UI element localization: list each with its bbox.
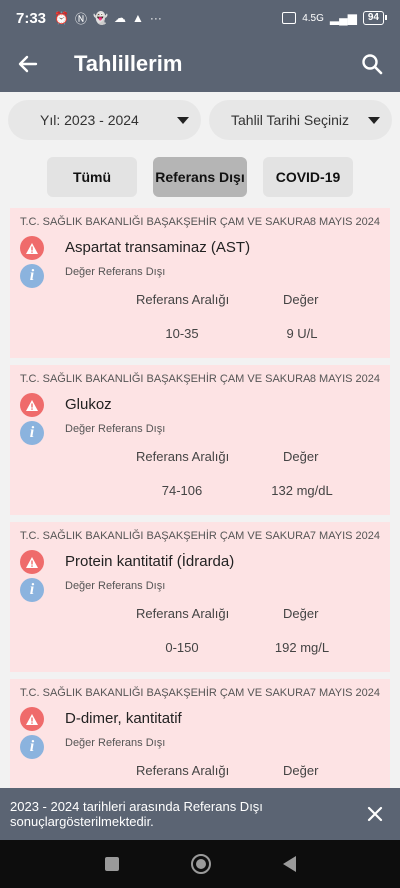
filter-row: Yıl: 2023 - 2024 Tahlil Tarihi Seçiniz (8, 100, 392, 140)
value-header: Değer (283, 763, 319, 778)
warning-small-icon: ▲ (131, 11, 144, 25)
home-icon (195, 859, 206, 869)
signal-icon: ▂▄▆ (329, 11, 357, 25)
recents-button[interactable] (104, 857, 119, 871)
more-icon: ··· (149, 11, 162, 25)
reference-header: Referans Aralığı (136, 606, 230, 621)
info-icon[interactable]: i (20, 421, 44, 445)
snapchat-icon: 👻 (93, 11, 108, 25)
result-value: 132 mg/dL (271, 483, 333, 498)
result-status: Değer Referans Dışı (65, 580, 166, 592)
snackbar-close-button[interactable] (360, 799, 390, 829)
network-label: 4.5G (302, 12, 324, 24)
value-header: Değer (283, 292, 319, 307)
battery-icon: 94 (362, 11, 388, 25)
reference-range: 10-35 (165, 326, 199, 341)
home-button[interactable] (190, 854, 211, 874)
result-value: 192 mg/L (274, 640, 330, 655)
back-button[interactable] (0, 36, 56, 92)
status-time: 7:33 (16, 9, 47, 27)
tab-out-of-range[interactable]: Referans Dışı (153, 157, 247, 197)
info-icon[interactable]: i (20, 578, 44, 602)
result-date: 7 MAYIS 2024 (309, 530, 380, 542)
warning-icon (20, 707, 44, 731)
search-icon (362, 54, 383, 75)
result-status: Değer Referans Dışı (65, 737, 166, 749)
date-dropdown[interactable]: Tahlil Tarihi Seçiniz (209, 100, 392, 140)
warning-icon (20, 393, 44, 417)
test-name: D-dimer, kantitatif (65, 710, 182, 727)
info-snackbar: 2023 - 2024 tarihleri arasında Referans … (0, 788, 400, 840)
value-header: Değer (283, 449, 319, 464)
institution-name: T.C. SAĞLIK BAKANLIĞI BAŞAKŞEHİR ÇAM VE … (20, 530, 311, 542)
institution-name: T.C. SAĞLIK BAKANLIĞI BAŞAKŞEHİR ÇAM VE … (20, 687, 311, 699)
results-list[interactable]: T.C. SAĞLIK BAKANLIĞI BAŞAKŞEHİR ÇAM VE … (10, 208, 390, 788)
system-nav-bar (0, 840, 400, 888)
app-bar: Tahlillerim (0, 36, 400, 92)
result-value: 9 U/L (286, 326, 318, 341)
caret-down-icon (368, 116, 380, 124)
test-name: Glukoz (65, 396, 112, 413)
result-card[interactable]: T.C. SAĞLIK BAKANLIĞI BAŞAKŞEHİR ÇAM VE … (10, 679, 390, 788)
info-icon[interactable]: i (20, 264, 44, 288)
nfc-icon: Ⓝ (74, 11, 87, 26)
result-date: 8 MAYIS 2024 (309, 216, 380, 228)
result-date: 7 MAYIS 2024 (309, 687, 380, 699)
year-dropdown-label: Yıl: 2023 - 2024 (40, 112, 139, 128)
warning-icon (20, 550, 44, 574)
institution-name: T.C. SAĞLIK BAKANLIĞI BAŞAKŞEHİR ÇAM VE … (20, 373, 311, 385)
result-card[interactable]: T.C. SAĞLIK BAKANLIĞI BAŞAKŞEHİR ÇAM VE … (10, 522, 390, 672)
info-icon[interactable]: i (20, 735, 44, 759)
page-title: Tahlillerim (74, 51, 183, 76)
test-name: Protein kantitatif (İdrarda) (65, 553, 235, 570)
notification-icons: ⏰ Ⓝ 👻 ☁ ▲ ··· (54, 10, 162, 27)
filter-tabs: Tümü Referans Dışı COVID-19 (0, 157, 400, 197)
snackbar-message: 2023 - 2024 tarihleri arasında Referans … (10, 799, 263, 829)
reference-header: Referans Aralığı (136, 763, 230, 778)
close-icon (367, 806, 383, 822)
reference-range: 74-106 (161, 483, 203, 498)
caret-down-icon (177, 116, 189, 124)
reference-header: Referans Aralığı (136, 292, 230, 307)
search-button[interactable] (344, 36, 400, 92)
system-back-button[interactable] (282, 856, 296, 872)
tab-all[interactable]: Tümü (47, 157, 137, 197)
alarm-icon: ⏰ (54, 11, 69, 25)
value-header: Değer (283, 606, 319, 621)
test-name: Aspartat transaminaz (AST) (65, 239, 251, 256)
cloud-icon: ☁ (113, 11, 126, 25)
status-bar: 7:33 ⏰ Ⓝ 👻 ☁ ▲ ··· 4.5G ▂▄▆ 94 (0, 0, 400, 36)
arrow-left-icon (18, 55, 38, 73)
result-card[interactable]: T.C. SAĞLIK BAKANLIĞI BAŞAKŞEHİR ÇAM VE … (10, 208, 390, 358)
result-card[interactable]: T.C. SAĞLIK BAKANLIĞI BAŞAKŞEHİR ÇAM VE … (10, 365, 390, 515)
reference-range: 0-150 (165, 640, 199, 655)
battery-level: 94 (367, 12, 379, 23)
tab-covid[interactable]: COVID-19 (263, 157, 353, 197)
institution-name: T.C. SAĞLIK BAKANLIĞI BAŞAKŞEHİR ÇAM VE … (20, 216, 311, 228)
result-status: Değer Referans Dışı (65, 423, 166, 435)
result-date: 8 MAYIS 2024 (309, 373, 380, 385)
result-status: Değer Referans Dışı (65, 266, 166, 278)
date-dropdown-label: Tahlil Tarihi Seçiniz (231, 112, 350, 128)
warning-icon (20, 236, 44, 260)
volte-icon (282, 12, 297, 24)
reference-header: Referans Aralığı (136, 449, 230, 464)
year-dropdown[interactable]: Yıl: 2023 - 2024 (8, 100, 201, 140)
